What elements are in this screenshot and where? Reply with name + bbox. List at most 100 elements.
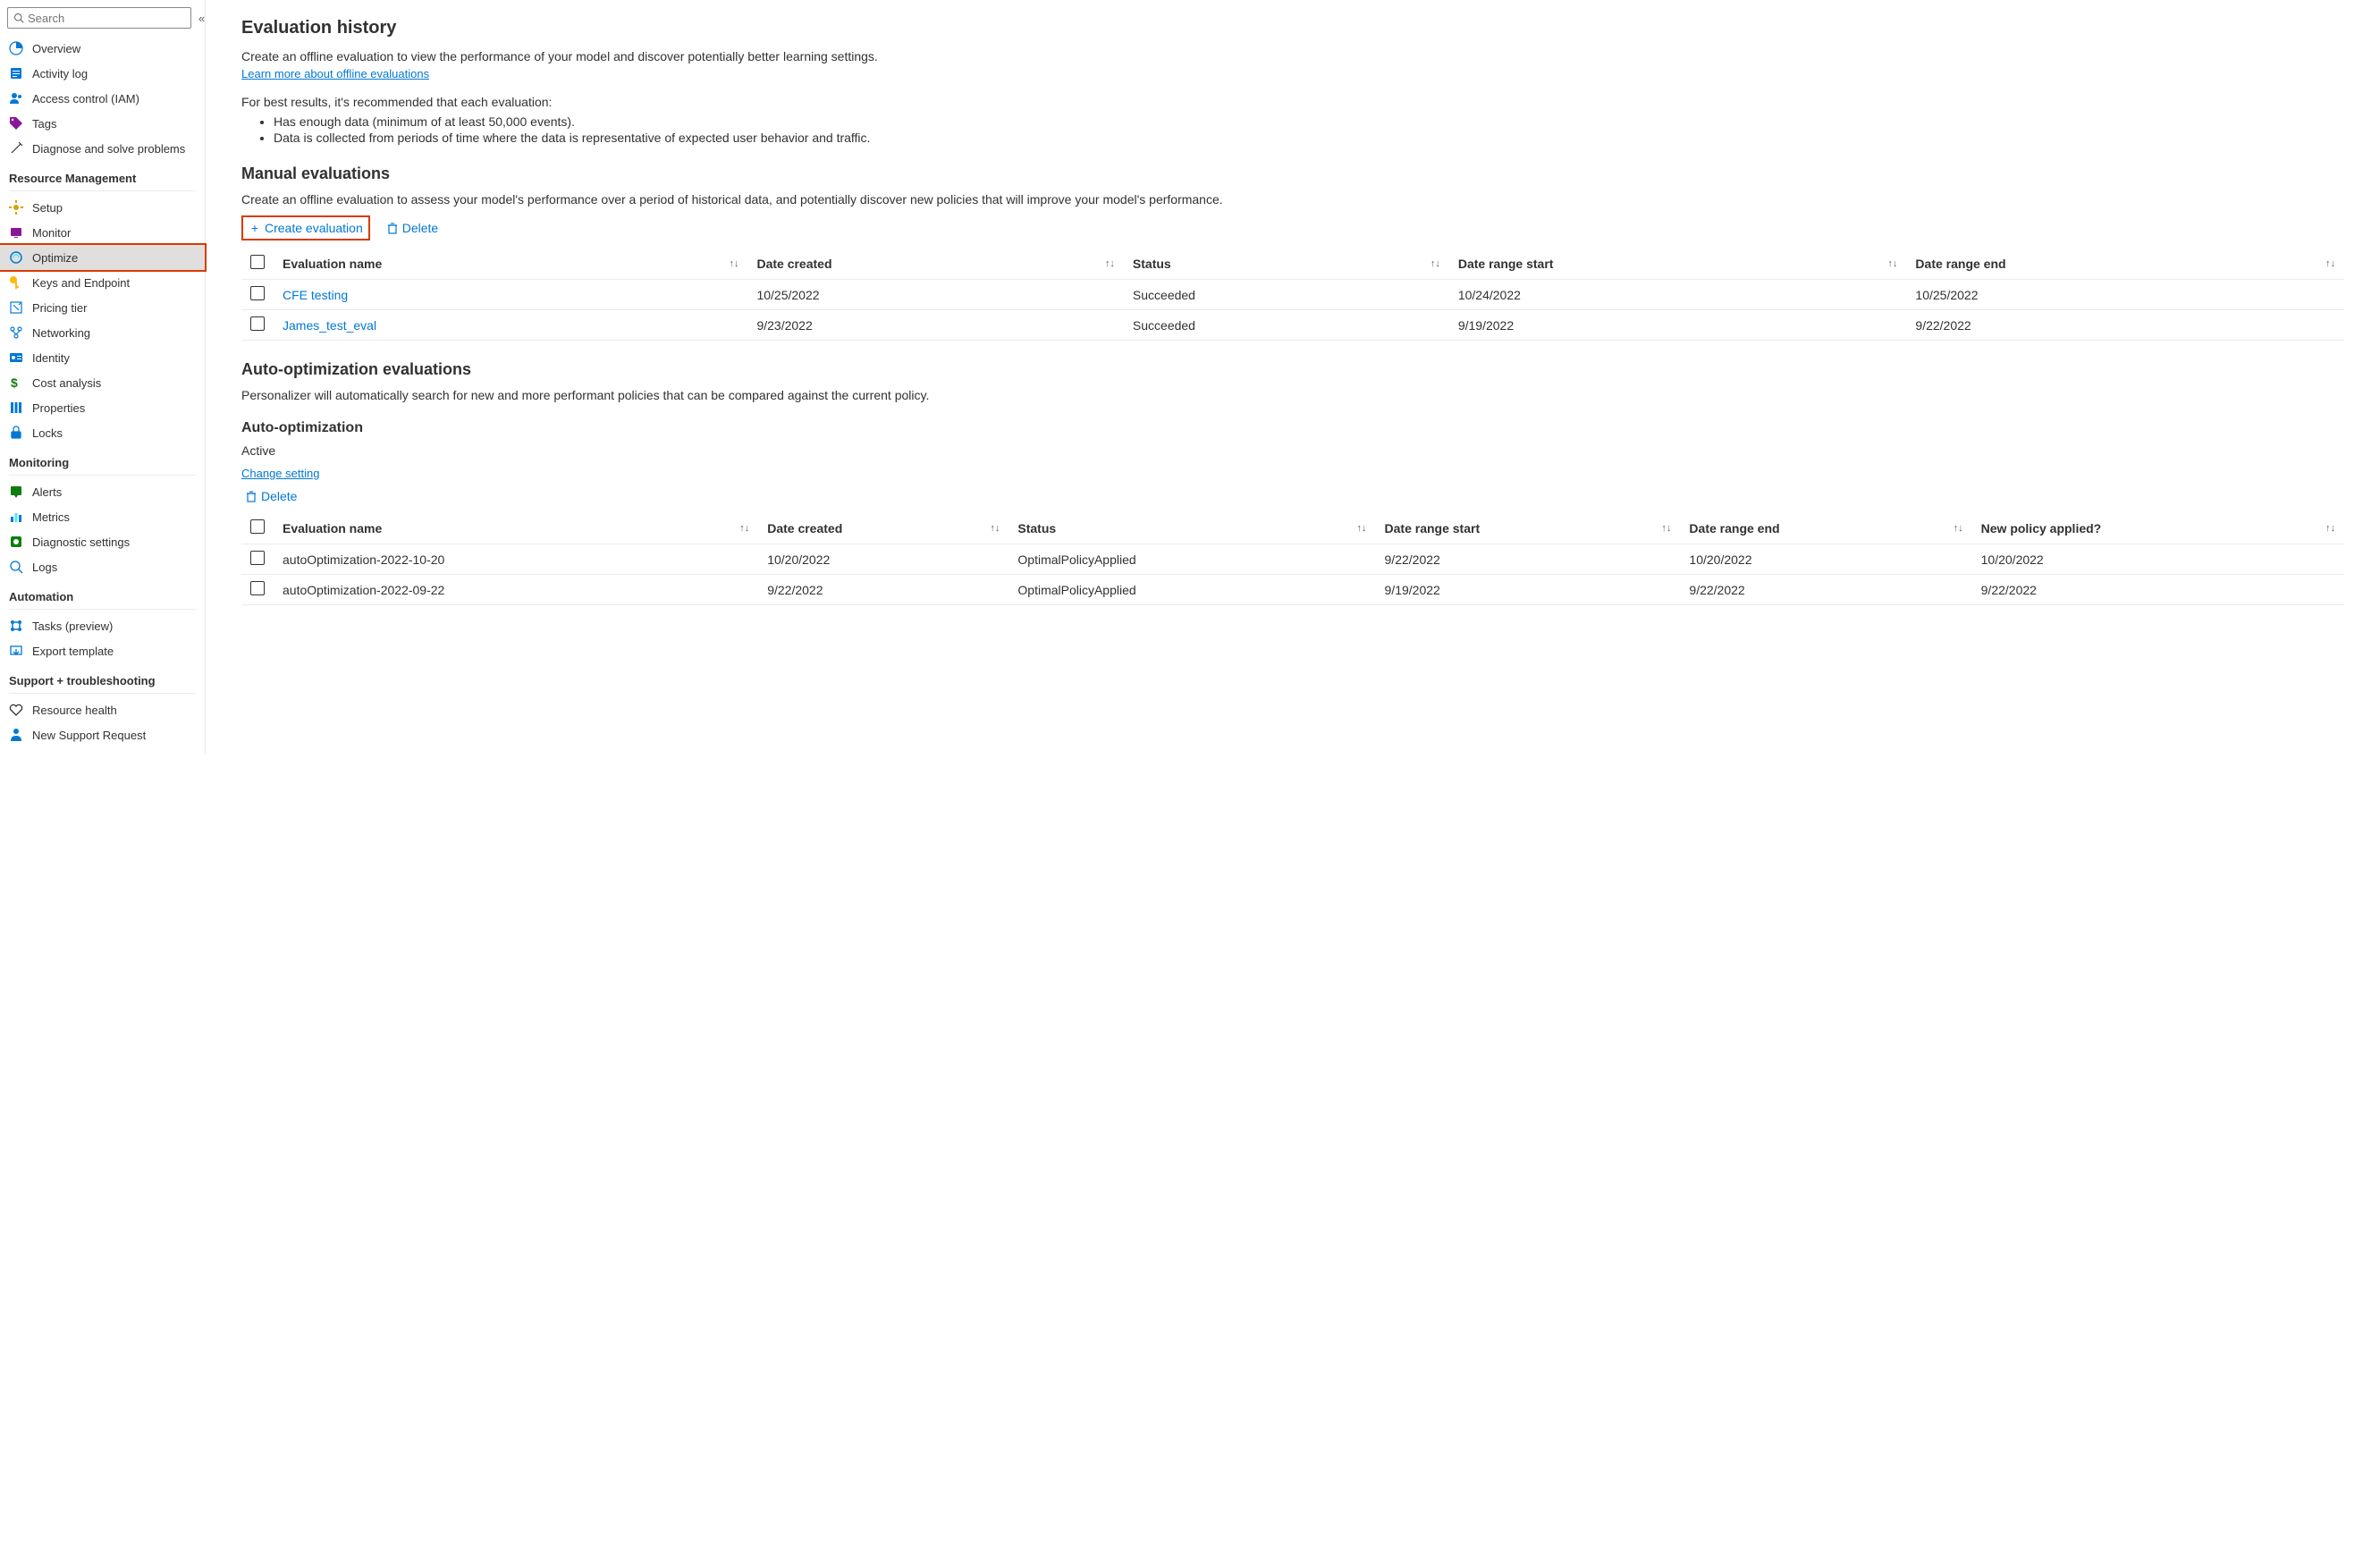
sort-icon[interactable]: ↑↓ [1431, 258, 1440, 269]
sort-icon[interactable]: ↑↓ [1357, 523, 1367, 534]
table-row[interactable]: James_test_eval 9/23/2022 Succeeded 9/19… [241, 310, 2344, 341]
search-input[interactable] [28, 12, 185, 25]
change-setting-link[interactable]: Change setting [241, 467, 319, 480]
table-row[interactable]: autoOptimization-2022-09-22 9/22/2022 Op… [241, 575, 2344, 605]
sidebar-item-export-template[interactable]: Export template [0, 638, 205, 663]
section-header-support: Support + troubleshooting [0, 663, 205, 691]
cell-applied: 10/20/2022 [1972, 544, 2344, 575]
eval-name-link[interactable]: CFE testing [283, 288, 348, 302]
nav-label: Export template [32, 645, 114, 658]
sort-icon[interactable]: ↑↓ [2325, 258, 2335, 269]
sort-icon[interactable]: ↑↓ [2325, 523, 2335, 534]
col-status: Status↑↓ [1009, 512, 1375, 544]
create-label: Create evaluation [265, 221, 363, 235]
sidebar: « Overview Activity log Access control (… [0, 0, 206, 755]
sidebar-item-tasks[interactable]: Tasks (preview) [0, 613, 205, 638]
delete-button[interactable]: Delete [241, 487, 300, 505]
sidebar-item-optimize[interactable]: Optimize [0, 243, 207, 272]
cell-applied: 9/22/2022 [1972, 575, 2344, 605]
plus-icon: + [249, 222, 261, 234]
cell-end: 9/22/2022 [1680, 575, 1971, 605]
table-row[interactable]: CFE testing 10/25/2022 Succeeded 10/24/2… [241, 280, 2344, 310]
sort-icon[interactable]: ↑↓ [1954, 523, 1963, 534]
sidebar-item-resource-health[interactable]: Resource health [0, 697, 205, 722]
sort-icon[interactable]: ↑↓ [1887, 258, 1897, 269]
auto-opt-desc: Personalizer will automatically search f… [241, 388, 2344, 402]
cell-status: OptimalPolicyApplied [1009, 575, 1375, 605]
nav-label: Overview [32, 42, 80, 55]
nav-label: Activity log [32, 67, 88, 80]
search-box[interactable] [7, 7, 191, 29]
sort-icon[interactable]: ↑↓ [729, 258, 738, 269]
learn-more-link[interactable]: Learn more about offline evaluations [241, 67, 429, 80]
tasks-icon [9, 619, 23, 633]
row-checkbox[interactable] [250, 551, 265, 565]
sidebar-item-monitor[interactable]: Monitor [0, 220, 205, 245]
sidebar-item-keys[interactable]: Keys and Endpoint [0, 270, 205, 295]
nav-label: Tasks (preview) [32, 620, 113, 633]
nav-label: Metrics [32, 510, 70, 524]
sidebar-item-activity-log[interactable]: Activity log [0, 61, 205, 86]
row-checkbox[interactable] [250, 286, 265, 300]
cell-start: 10/24/2022 [1449, 280, 1907, 310]
sidebar-item-metrics[interactable]: Metrics [0, 504, 205, 529]
nav-label: Properties [32, 401, 85, 415]
nav-label: Resource health [32, 704, 117, 717]
sidebar-item-diagnose[interactable]: Diagnose and solve problems [0, 136, 205, 161]
cell-end: 10/20/2022 [1680, 544, 1971, 575]
sort-icon[interactable]: ↑↓ [739, 523, 749, 534]
search-icon [13, 11, 28, 25]
alerts-icon [9, 485, 23, 499]
cell-status: Succeeded [1124, 280, 1449, 310]
sidebar-item-locks[interactable]: Locks [0, 420, 205, 445]
delete-label: Delete [402, 221, 438, 235]
sidebar-item-tags[interactable]: Tags [0, 111, 205, 136]
select-all-checkbox[interactable] [250, 255, 265, 269]
access-control-icon [9, 91, 23, 105]
sidebar-item-pricing[interactable]: Pricing tier [0, 295, 205, 320]
locks-icon [9, 426, 23, 440]
eval-name-link[interactable]: James_test_eval [283, 318, 376, 333]
delete-button[interactable]: Delete [383, 219, 442, 237]
table-row[interactable]: autoOptimization-2022-10-20 10/20/2022 O… [241, 544, 2344, 575]
sidebar-item-identity[interactable]: Identity [0, 345, 205, 370]
export-icon [9, 644, 23, 658]
col-date-created: Date created↑↓ [758, 512, 1009, 544]
nav-label: Keys and Endpoint [32, 276, 130, 290]
diagnose-icon [9, 141, 23, 156]
monitor-icon [9, 225, 23, 240]
sort-icon[interactable]: ↑↓ [1661, 523, 1671, 534]
nav-label: Alerts [32, 485, 62, 499]
col-eval-name: Evaluation name↑↓ [274, 512, 758, 544]
collapse-sidebar-icon[interactable]: « [198, 12, 205, 25]
nav-label: Monitor [32, 226, 71, 240]
nav-label: Diagnose and solve problems [32, 142, 185, 156]
recommendations-list: Has enough data (minimum of at least 50,… [274, 114, 2344, 145]
col-new-policy: New policy applied?↑↓ [1972, 512, 2344, 544]
sidebar-item-alerts[interactable]: Alerts [0, 479, 205, 504]
auto-opt-status: Active [241, 443, 2344, 458]
row-checkbox[interactable] [250, 581, 265, 595]
row-checkbox[interactable] [250, 316, 265, 331]
create-evaluation-button[interactable]: + Create evaluation [241, 215, 370, 240]
cell-created: 9/22/2022 [758, 575, 1009, 605]
cell-status: OptimalPolicyApplied [1009, 544, 1375, 575]
sidebar-item-diagnostic-settings[interactable]: Diagnostic settings [0, 529, 205, 554]
sort-icon[interactable]: ↑↓ [990, 523, 1000, 534]
sidebar-item-networking[interactable]: Networking [0, 320, 205, 345]
sidebar-item-access-control[interactable]: Access control (IAM) [0, 86, 205, 111]
sidebar-item-setup[interactable]: Setup [0, 195, 205, 220]
sidebar-item-logs[interactable]: Logs [0, 554, 205, 579]
sidebar-item-properties[interactable]: Properties [0, 395, 205, 420]
support-icon [9, 728, 23, 742]
sidebar-item-cost-analysis[interactable]: $ Cost analysis [0, 370, 205, 395]
sidebar-item-new-support[interactable]: New Support Request [0, 722, 205, 747]
sidebar-item-overview[interactable]: Overview [0, 36, 205, 61]
section-header-automation: Automation [0, 579, 205, 607]
sort-icon[interactable]: ↑↓ [1105, 258, 1115, 269]
nav-label: Identity [32, 351, 70, 365]
cell-created: 10/25/2022 [747, 280, 1123, 310]
rec-item: Has enough data (minimum of at least 50,… [274, 114, 2344, 129]
metrics-icon [9, 510, 23, 524]
select-all-checkbox[interactable] [250, 519, 265, 534]
